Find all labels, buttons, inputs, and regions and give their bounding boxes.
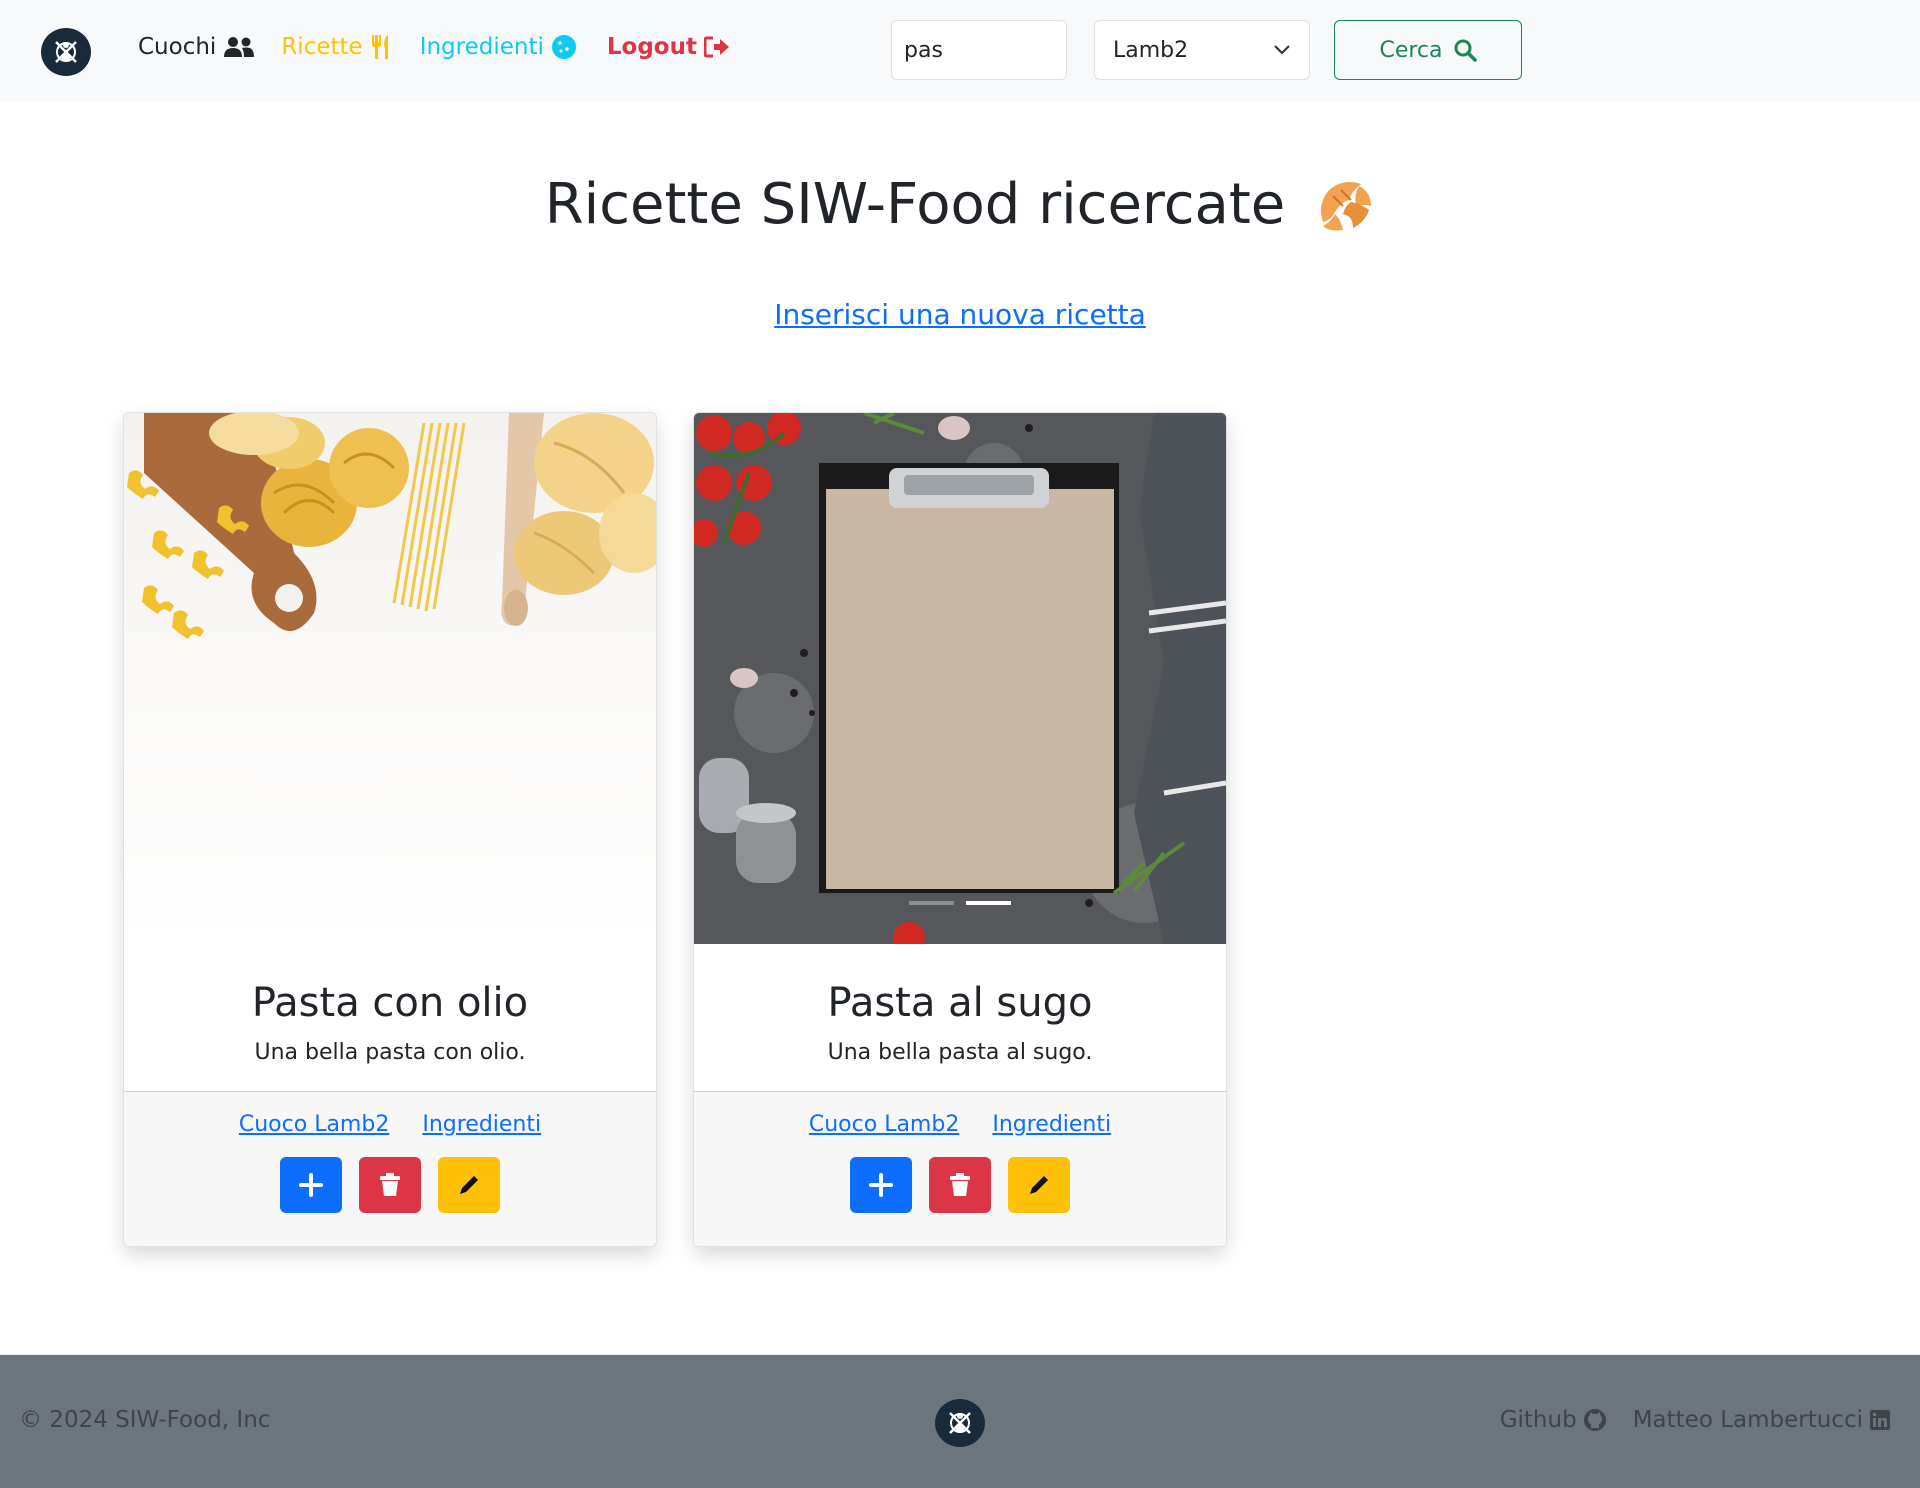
recipe-actions [124, 1157, 656, 1213]
pencil-icon [460, 1176, 478, 1194]
brand-logo[interactable] [41, 28, 91, 76]
search-button-label: Cerca [1379, 37, 1443, 63]
footer: © 2024 SIW-Food, Inc Github Matteo Lambe… [0, 1354, 1920, 1488]
linkedin-icon [1870, 1410, 1890, 1430]
recipe-title: Pasta con olio [251, 980, 529, 1026]
navbar: Cuochi Ricette Ingredienti Logout pas La… [0, 0, 1920, 101]
recipe-card-body: Pasta con olio Una bella pasta con olio. [124, 944, 656, 1090]
chevron-down-icon [1274, 45, 1290, 55]
linkedin-link-label: Matteo Lambertucci [1632, 1407, 1863, 1433]
ingredients-link[interactable]: Ingredienti [422, 1112, 541, 1137]
search-button[interactable]: Cerca [1334, 20, 1522, 80]
page-title-text: Ricette SIW-Food ricercate [544, 172, 1286, 237]
nav-links: Cuochi Ricette Ingredienti Logout [138, 34, 730, 60]
cook-link[interactable]: Cuoco Lamb2 [809, 1112, 959, 1137]
nav-link-ricette[interactable]: Ricette [281, 34, 393, 60]
search-input[interactable] [891, 20, 1067, 80]
recipe-actions [694, 1157, 1226, 1213]
pasta-ingredients-photo [124, 413, 656, 944]
croissant-icon [1321, 181, 1372, 230]
clipboard-kitchen-photo [694, 413, 1226, 944]
footer-links: Github Matteo Lambertucci [1500, 1407, 1891, 1433]
plus-icon [299, 1173, 323, 1197]
add-button[interactable] [850, 1157, 912, 1213]
recipe-card-body: Pasta al sugo Una bella pasta al sugo. [694, 944, 1226, 1090]
cook-link[interactable]: Cuoco Lamb2 [239, 1112, 389, 1137]
github-link[interactable]: Github [1500, 1407, 1607, 1433]
linkedin-link[interactable]: Matteo Lambertucci [1633, 1407, 1891, 1433]
plus-icon [869, 1173, 893, 1197]
nav-link-logout[interactable]: Logout [607, 34, 730, 60]
ingredients-link[interactable]: Ingredienti [992, 1112, 1111, 1137]
chef-logo-icon [55, 41, 77, 63]
delete-button[interactable] [929, 1157, 991, 1213]
recipe-card-footer: Cuoco Lamb2 Ingredienti [694, 1091, 1226, 1246]
chef-logo-icon [949, 1412, 971, 1434]
nav-link-label: Logout [606, 34, 697, 60]
search-icon [1454, 39, 1477, 62]
new-recipe-link-wrap: Inserisci una nuova ricetta [0, 298, 1920, 331]
footer-logo[interactable] [935, 1399, 985, 1447]
add-button[interactable] [280, 1157, 342, 1213]
recipe-description: Una bella pasta con olio. [254, 1040, 526, 1065]
recipe-links: Cuoco Lamb2 Ingredienti [124, 1092, 656, 1137]
nav-link-cuochi[interactable]: Cuochi [138, 34, 255, 60]
utensils-icon [371, 35, 388, 59]
github-icon [1583, 1409, 1606, 1431]
delete-button[interactable] [359, 1157, 421, 1213]
copyright: © 2024 SIW-Food, Inc [19, 1407, 271, 1433]
recipe-links: Cuoco Lamb2 Ingredienti [694, 1092, 1226, 1137]
recipe-card: Pasta con olio Una bella pasta con olio.… [123, 412, 657, 1247]
users-icon [224, 37, 255, 57]
edit-button[interactable] [1008, 1157, 1070, 1213]
logout-icon [703, 36, 729, 58]
recipe-image[interactable] [124, 413, 656, 944]
trash-icon [950, 1173, 970, 1196]
page-title: Ricette SIW-Food ricercate [0, 172, 1920, 237]
recipe-title: Pasta al sugo [827, 980, 1093, 1026]
recipe-image[interactable] [694, 413, 1226, 944]
nav-link-label: Cuochi [138, 34, 217, 60]
nav-link-label: Ricette [281, 34, 363, 60]
nav-link-label: Ingredienti [419, 34, 544, 60]
nav-link-ingredienti[interactable]: Ingredienti [420, 34, 577, 60]
recipe-card: Pasta al sugo Una bella pasta al sugo. C… [693, 412, 1227, 1247]
pencil-icon [1030, 1176, 1048, 1194]
cookie-icon [551, 35, 576, 59]
cook-select-value: Lamb2 [1113, 37, 1189, 63]
cook-select[interactable]: Lamb2 [1094, 20, 1310, 80]
trash-icon [380, 1173, 400, 1196]
new-recipe-link[interactable]: Inserisci una nuova ricetta [774, 298, 1146, 331]
github-link-label: Github [1499, 1407, 1577, 1433]
recipe-description: Una bella pasta al sugo. [827, 1040, 1093, 1065]
recipe-card-footer: Cuoco Lamb2 Ingredienti [124, 1091, 656, 1246]
edit-button[interactable] [438, 1157, 500, 1213]
